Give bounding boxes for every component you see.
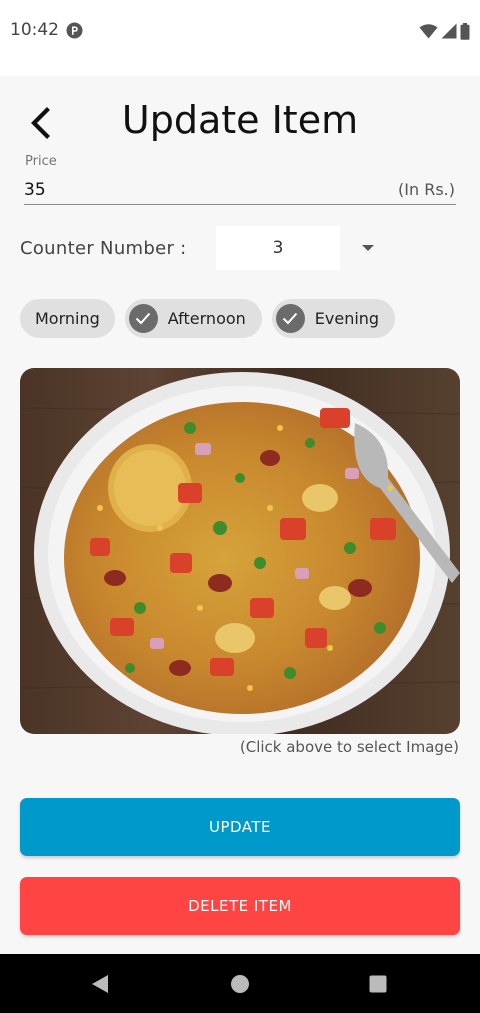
nav-back-icon xyxy=(92,974,108,993)
wifi-icon xyxy=(419,24,438,39)
image-select-hint: (Click above to select Image) xyxy=(239,738,459,756)
price-input[interactable] xyxy=(24,176,456,205)
update-button[interactable]: UPDATE xyxy=(20,798,460,856)
nav-home-button[interactable] xyxy=(210,954,270,1013)
status-time: 10:42 xyxy=(10,20,59,40)
nav-home-icon xyxy=(231,974,249,993)
nav-recents-button[interactable] xyxy=(348,954,408,1013)
app-notification-icon xyxy=(66,22,83,39)
status-icons xyxy=(419,21,470,41)
delete-item-button[interactable]: DELETE ITEM xyxy=(20,877,460,935)
counter-number-label: Counter Number : xyxy=(20,238,187,259)
price-suffix: (In Rs.) xyxy=(398,180,455,199)
time-slot-chips: Morning Afternoon Evening xyxy=(20,299,396,338)
price-label: Price xyxy=(25,154,57,169)
check-circle-icon xyxy=(128,304,158,333)
status-bar: 10:42 xyxy=(0,0,480,76)
page-title: Update Item xyxy=(121,98,359,142)
nav-back-button[interactable] xyxy=(70,954,130,1013)
chip-afternoon[interactable]: Afternoon xyxy=(124,299,262,338)
chip-label: Afternoon xyxy=(167,309,246,328)
chip-evening[interactable]: Evening xyxy=(271,299,396,338)
chip-label: Evening xyxy=(314,309,380,328)
chip-label: Morning xyxy=(35,309,100,328)
check-circle-icon xyxy=(275,304,305,333)
navigation-bar xyxy=(0,954,480,1013)
item-image[interactable] xyxy=(20,368,460,734)
nav-recents-icon xyxy=(369,975,387,992)
battery-icon xyxy=(460,22,470,40)
counter-number-select[interactable]: 3 xyxy=(216,226,340,270)
signal-icon xyxy=(441,23,457,39)
bhel-puri-photo xyxy=(20,368,460,734)
chip-morning[interactable]: Morning xyxy=(20,299,115,338)
dropdown-arrow-icon[interactable] xyxy=(361,244,375,252)
counter-number-value: 3 xyxy=(272,238,284,258)
